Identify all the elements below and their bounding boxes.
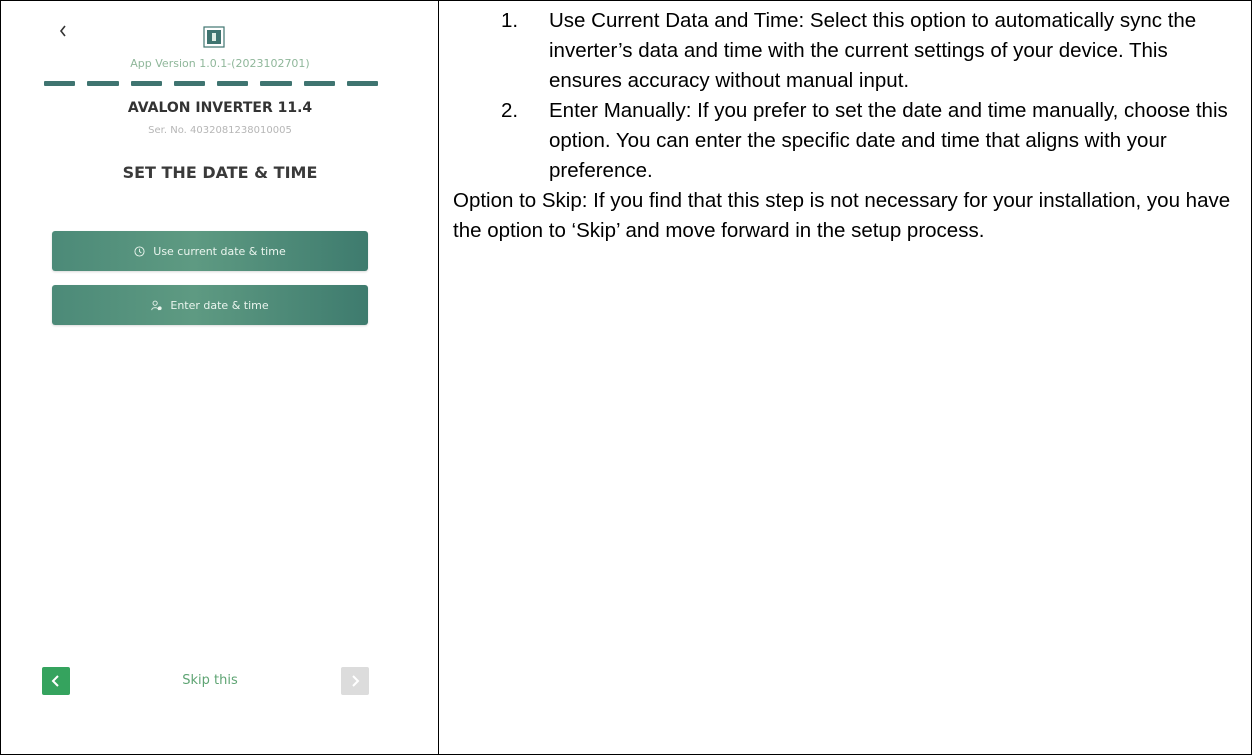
use-current-date-time-button[interactable]: Use current date & time [52,231,368,271]
page-title: SET THE DATE & TIME [122,163,318,182]
app-logo-icon [203,26,225,48]
app-screenshot [8,8,438,746]
table-column-divider [438,0,439,755]
enter-date-time-button[interactable]: Enter date & time [52,285,368,325]
progress-steps [44,81,378,86]
progress-step [87,81,119,86]
progress-step [303,81,335,86]
button-label: Enter date & time [170,298,269,312]
progress-step [173,81,205,86]
instructions-list: 1. Use Current Data and Time: Select thi… [453,6,1243,186]
progress-step [217,81,249,86]
skip-button[interactable]: Skip this [150,673,270,688]
app-version: App Version 1.0.1-(2023102701) [130,57,310,70]
list-item: 1. Use Current Data and Time: Select thi… [453,6,1243,96]
button-label: Use current date & time [153,244,286,258]
progress-step [346,81,378,86]
progress-step [260,81,292,86]
back-chevron-icon[interactable] [58,24,68,38]
previous-button[interactable] [42,667,70,695]
list-text: Use Current Data and Time: Select this o… [549,9,1197,92]
list-item: 2. Enter Manually: If you prefer to set … [453,96,1243,186]
chevron-right-icon [352,675,360,687]
skip-note: Option to Skip: If you find that this st… [453,189,1231,242]
list-number: 2. [501,99,519,122]
instructions-text: 1. Use Current Data and Time: Select thi… [453,6,1243,246]
progress-step [44,81,76,86]
user-settings-icon [151,300,163,310]
table-border-left [0,0,1,755]
progress-step [130,81,162,86]
list-number: 1. [501,9,519,32]
list-text: Enter Manually: If you prefer to set the… [549,99,1228,182]
serial-number: Ser. No. 4032081238010005 [148,125,292,136]
clock-icon [134,245,145,257]
table-border-top [0,0,1252,1]
chevron-left-icon [51,675,59,687]
next-button[interactable] [341,667,369,695]
device-name: AVALON INVERTER 11.4 [127,100,313,116]
